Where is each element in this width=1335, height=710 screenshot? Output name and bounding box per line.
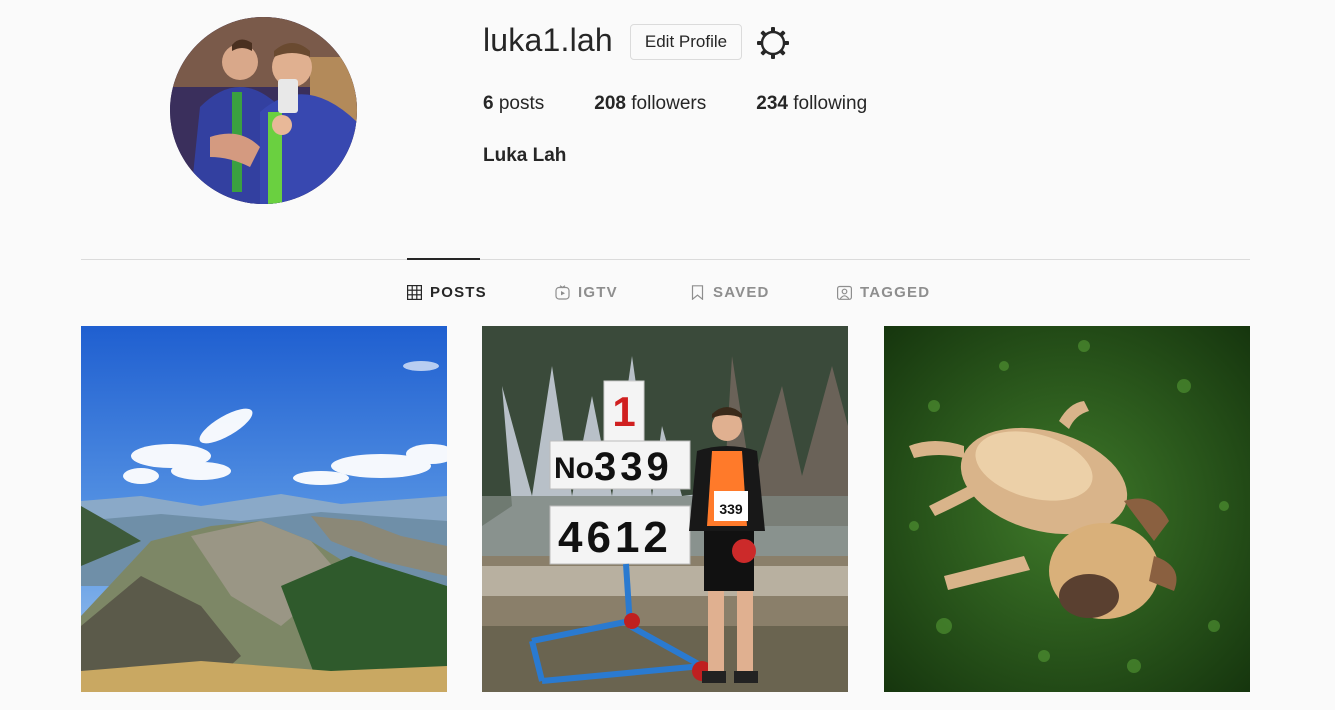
following-label: following [793,93,868,114]
tab-saved[interactable]: SAVED [690,284,770,301]
avatar-photo [170,17,357,204]
stat-followers[interactable]: 208 followers [594,93,706,115]
profile-stats: 6 posts 208 followers 234 following [483,93,917,115]
post-thumbnail-athlete[interactable]: 1 No. 339 4612 339 [482,326,848,692]
tab-saved-label: SAVED [713,284,770,301]
stat-following[interactable]: 234 following [756,93,867,115]
scoreboard-rank: 1 [612,388,635,435]
tab-igtv-label: IGTV [578,284,618,301]
bib-number: 339 [719,501,743,517]
igtv-icon [555,285,570,300]
profile-avatar[interactable] [170,17,357,204]
profile-page: luka1.lah Edit Profile 6 posts 208 follo… [0,0,1335,710]
post-thumbnail-dog[interactable] [884,326,1250,692]
active-tab-indicator [407,258,480,260]
dog-photo [884,326,1250,692]
scoreboard-result: 4612 [558,513,672,562]
posts-count: 6 [483,93,494,114]
tab-tagged[interactable]: TAGGED [837,284,930,301]
tab-posts[interactable]: POSTS [407,284,487,301]
posts-label: posts [498,93,545,114]
followers-label: followers [631,93,707,114]
tag-person-icon [837,285,852,300]
tab-posts-label: POSTS [430,284,487,301]
tab-igtv[interactable]: IGTV [555,284,618,301]
stat-posts: 6 posts [483,93,544,115]
followers-count: 208 [594,93,626,114]
tab-tagged-label: TAGGED [860,284,931,301]
settings-gear-icon[interactable] [756,26,790,60]
grid-icon [407,285,422,300]
username: luka1.lah [483,22,613,58]
scoreboard-number: 339 [594,445,673,489]
full-name: Luka Lah [483,145,567,166]
edit-profile-button[interactable]: Edit Profile [630,24,742,60]
athlete-photo: 1 No. 339 4612 339 [482,326,848,692]
following-count: 234 [756,93,788,114]
mountain-photo [81,326,447,692]
post-thumbnail-mountains[interactable] [81,326,447,692]
bookmark-icon [691,285,704,300]
tabs-divider [81,259,1250,260]
